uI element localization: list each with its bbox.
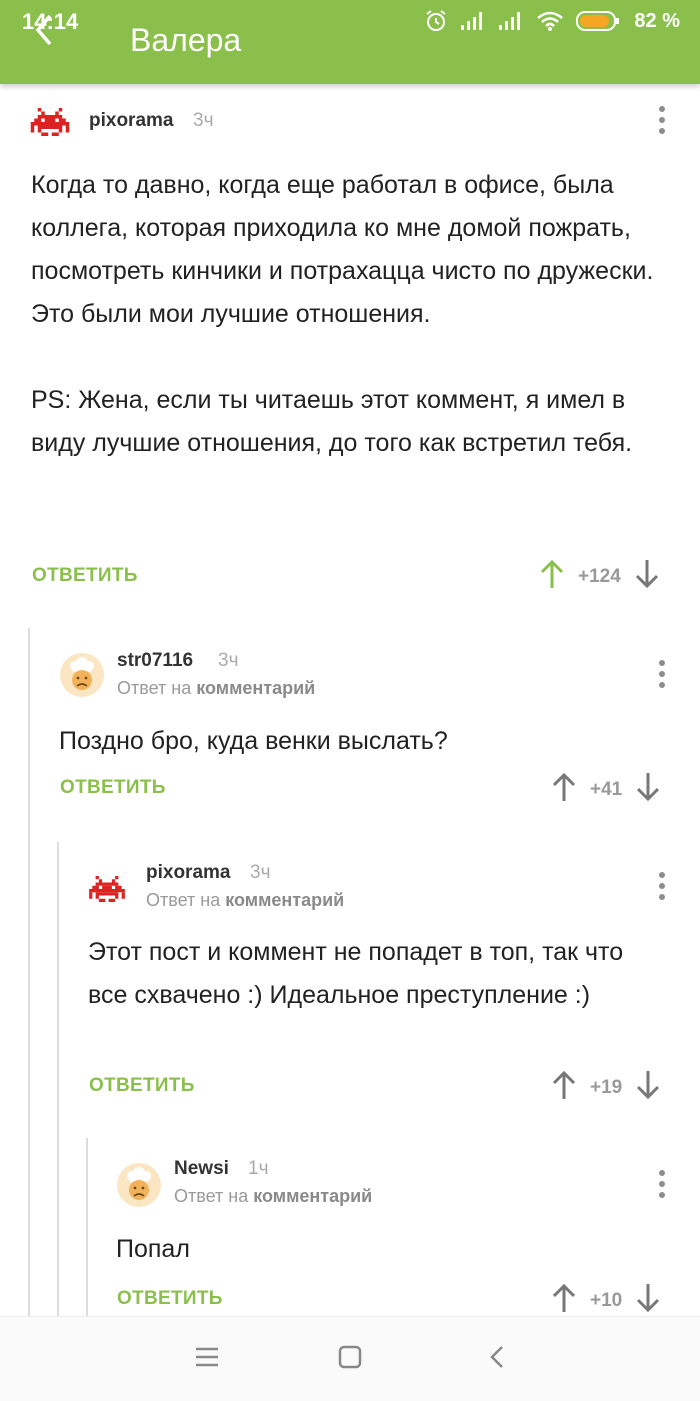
signal-icon [460, 11, 486, 31]
battery-icon [576, 10, 620, 32]
arrow-up-icon[interactable] [540, 558, 564, 595]
reply-to-label: Ответ на комментарий [146, 890, 344, 911]
vote-controls: +10 [552, 1282, 660, 1316]
vote-controls: +19 [552, 1069, 660, 1106]
comment-rating: +19 [590, 1076, 623, 1098]
comment-rating: +10 [590, 1289, 623, 1311]
comment-time: 3ч [250, 862, 271, 883]
comment-text: Поздно бро, куда венки выслать? [59, 727, 448, 755]
arrow-down-icon[interactable] [635, 558, 659, 595]
app-bar: 14:14 Валера 82 % [0, 0, 700, 84]
more-vert-icon[interactable] [657, 1170, 667, 1203]
comment-time: 1ч [248, 1158, 269, 1179]
arrow-down-icon[interactable] [636, 1282, 660, 1316]
back-chevron-icon[interactable] [488, 1345, 506, 1374]
battery-percent: 82 % [634, 9, 680, 32]
reply-target-link[interactable]: комментарий [225, 890, 344, 910]
more-vert-icon[interactable] [657, 660, 667, 693]
reply-to-label: Ответ на комментарий [174, 1186, 372, 1207]
comment: pixorama 3ч Когда то давно, когда еще ра… [0, 84, 700, 614]
reply-target-link[interactable]: комментарий [196, 678, 315, 698]
chef-avatar[interactable] [116, 1162, 162, 1208]
comment: Newsi 1ч Ответ на комментарий Попал ОТВЕ… [0, 1150, 700, 1316]
comment-text: Попал [116, 1235, 190, 1263]
reply-button[interactable]: ОТВЕТИТЬ [89, 1075, 195, 1097]
comment-time: 3ч [193, 110, 214, 131]
back-arrow-icon[interactable] [30, 10, 56, 55]
reply-button[interactable]: ОТВЕТИТЬ [117, 1288, 223, 1310]
space-invader-avatar[interactable] [89, 866, 135, 912]
home-square-icon[interactable] [338, 1345, 362, 1374]
arrow-up-icon[interactable] [552, 1069, 576, 1106]
reply-button[interactable]: ОТВЕТИТЬ [32, 565, 138, 587]
reply-prefix: Ответ на [174, 1186, 254, 1206]
comment-rating: +124 [578, 565, 621, 587]
comment-rating: +41 [590, 778, 623, 800]
wifi-icon [536, 10, 564, 32]
comment-username[interactable]: str07116 [117, 650, 193, 672]
alarm-icon [424, 9, 448, 33]
comment: str07116 3ч Ответ на комментарий Поздно … [0, 640, 700, 840]
arrow-down-icon[interactable] [636, 771, 660, 808]
reply-to-label: Ответ на комментарий [117, 678, 315, 699]
space-invader-avatar[interactable] [30, 100, 76, 146]
comment-username[interactable]: Newsi [174, 1158, 229, 1180]
comment: pixorama 3ч Ответ на комментарий Этот по… [0, 852, 700, 1142]
more-vert-icon[interactable] [657, 106, 667, 139]
chef-avatar[interactable] [59, 652, 105, 698]
comment-text: Когда то давно, когда еще работал в офис… [31, 164, 681, 465]
vote-controls: +41 [552, 771, 660, 808]
reply-prefix: Ответ на [117, 678, 197, 698]
status-icons: 82 % [424, 9, 680, 33]
comment-username[interactable]: pixorama [146, 862, 230, 884]
more-vert-icon[interactable] [657, 872, 667, 905]
arrow-down-icon[interactable] [636, 1069, 660, 1106]
reply-prefix: Ответ на [146, 890, 226, 910]
menu-icon[interactable] [194, 1345, 220, 1374]
comment-time: 3ч [218, 650, 239, 671]
vote-controls: +124 [540, 558, 659, 595]
page-title: Валера [130, 22, 242, 58]
arrow-up-icon[interactable] [552, 1282, 576, 1316]
comment-text: Этот пост и коммент не попадет в топ, та… [88, 938, 624, 1009]
arrow-up-icon[interactable] [552, 771, 576, 808]
comment-username[interactable]: pixorama [89, 110, 173, 132]
reply-button[interactable]: ОТВЕТИТЬ [60, 777, 166, 799]
reply-target-link[interactable]: комментарий [253, 1186, 372, 1206]
system-nav-bar [0, 1316, 700, 1401]
comment-text-body: Когда то давно, когда еще работал в офис… [31, 171, 654, 457]
signal-icon [498, 11, 524, 31]
